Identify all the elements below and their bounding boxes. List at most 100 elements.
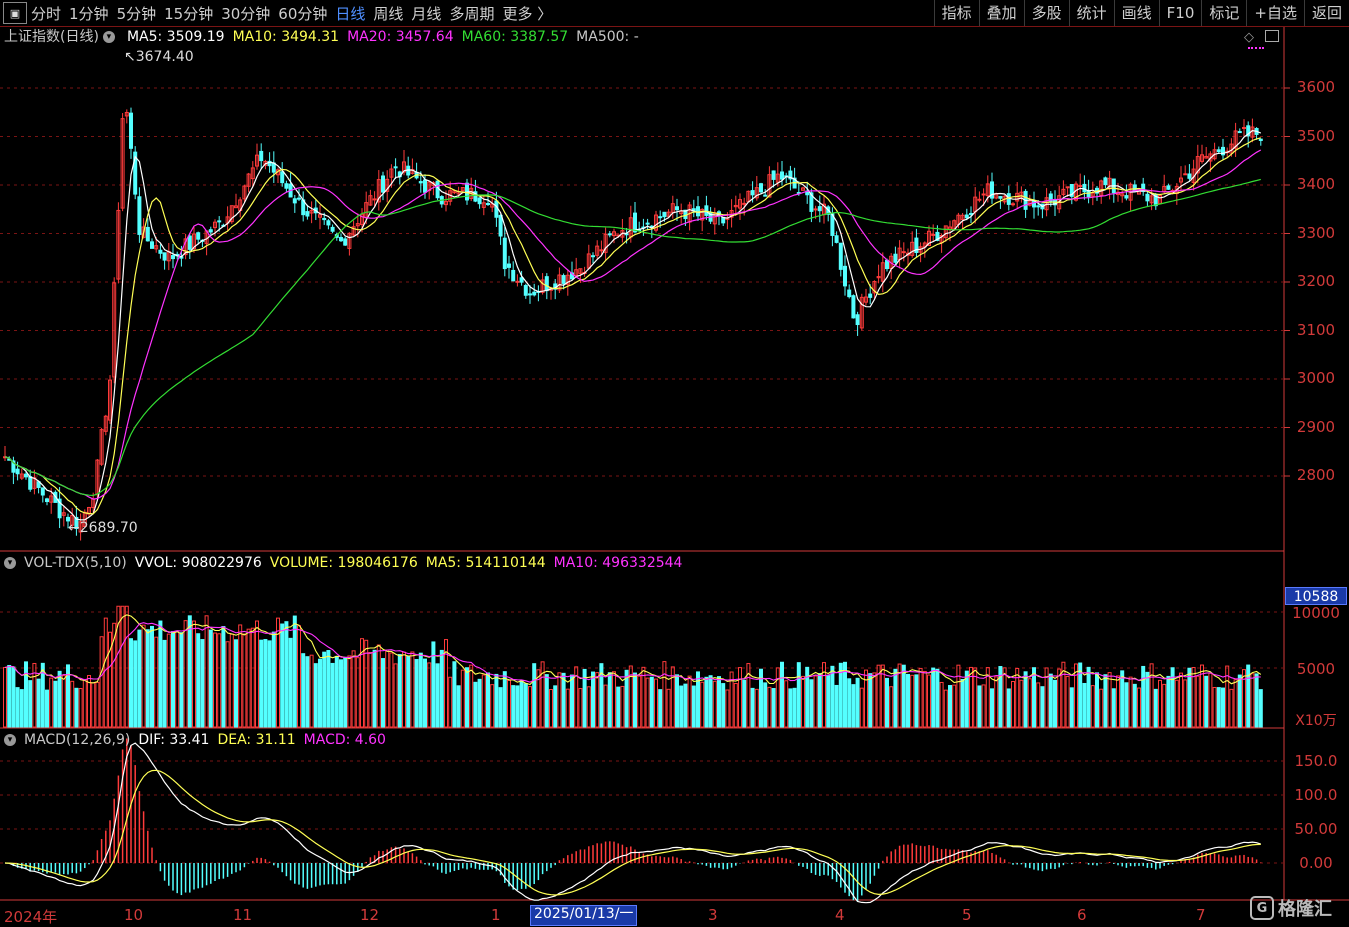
volume-bar [74,687,79,728]
volume-bar [200,639,205,728]
candle-body [763,194,768,197]
volume-bar [448,676,453,728]
candle-body [838,242,843,270]
volume-bar [1036,682,1041,728]
candle-body [1124,195,1129,199]
settings-icon[interactable]: ◇ [1244,30,1254,45]
volume-bar [1212,686,1217,728]
candle-body [145,226,150,242]
volume-bar [742,679,747,728]
date-label: 4 [835,906,845,924]
volume-bar [133,640,138,728]
dif-label: DIF: 33.41 [138,732,210,748]
volume-bar [817,673,822,728]
candle-body [675,206,679,211]
volume-bar [767,686,772,728]
volume-bar [208,629,213,728]
candle-body [813,208,818,211]
candle-body [561,275,566,284]
layout-icon[interactable] [1265,30,1279,42]
volume-bar [507,679,511,728]
volume-bar [889,686,894,728]
volume-bar [738,667,742,728]
volume-bar [754,688,759,728]
candle-body [498,214,503,237]
volume-bar [87,675,91,728]
macd-menu-icon[interactable]: ▾ [4,730,24,750]
candle-body [217,220,222,223]
volume-bar [334,655,339,728]
volume-bar [267,640,272,728]
volume-bar [24,661,28,728]
candle-body [158,249,163,254]
drag-handle-icon[interactable] [1248,47,1264,52]
candle-body [931,233,936,236]
volume-bar [183,620,188,728]
macd-tick: 100.0 [1294,786,1338,804]
volume-bar [691,685,696,728]
volume-bar [452,661,457,728]
candle-body [528,293,532,296]
volume-bar [339,659,343,728]
volume-bar [1166,675,1171,728]
volume-bar [347,655,352,728]
volume-bar [1233,679,1238,728]
volume-bar [263,639,268,728]
vvol-label: VVOL: 908022976 [134,555,262,571]
volume-bar [397,654,402,728]
volume-unit: X10万 [1295,713,1337,729]
volume-bar [784,680,789,728]
volume-bar [1187,667,1192,728]
volume-bar [914,674,919,728]
candle-body [372,198,377,201]
volume-bar [498,687,503,728]
volume-bar [935,668,940,728]
price-tick: 2800 [1296,466,1336,484]
candle-body [855,314,860,326]
volume-bar [91,682,96,728]
volume-bar [1258,689,1263,728]
volume-bar [1216,687,1221,728]
volume-bar [1237,674,1242,728]
volume-bar [368,651,373,728]
volume-bar [662,661,667,728]
volume-tick: 10000 [1292,604,1340,622]
volume-bar [1229,688,1234,728]
volume-bar [775,667,780,728]
candle-body [507,263,511,268]
volume-bar [708,675,713,728]
volume-bar [284,621,289,728]
volume-bar [410,651,415,728]
candle-body [759,183,763,193]
volume-bar [1208,672,1213,728]
kline-chart[interactable] [0,0,1349,927]
candle-body [305,211,310,217]
date-label: 7 [1196,906,1206,924]
volume-bar [301,653,306,728]
volume-bar [1082,682,1087,728]
volume-bar [1065,675,1070,728]
volume-bar [717,676,721,728]
candle-body [1145,193,1150,202]
volume-bar [549,688,553,728]
volume-bar [1174,679,1179,728]
volume-bar [750,687,755,728]
volume-bar [885,677,889,728]
volume-bar [780,661,784,728]
volume-bar [1153,688,1158,728]
candle-body [780,171,784,180]
volume-bar [175,630,180,728]
candle-body [1006,193,1011,205]
volume-bar [120,605,125,728]
candle-body [28,476,33,490]
indicator-menu-icon[interactable]: ▾ [102,27,123,47]
volume-bar [221,626,226,728]
ma5-label: MA5: 3509.19 [126,29,225,45]
volume-bar [1006,688,1011,728]
candle-body [662,211,667,218]
volume-bar [61,675,66,728]
volume-menu-icon[interactable]: ▾ [4,553,24,573]
candle-body [977,198,982,201]
vol-ma5-label: MA5: 514110144 [425,555,546,571]
volume-bar [351,650,356,728]
